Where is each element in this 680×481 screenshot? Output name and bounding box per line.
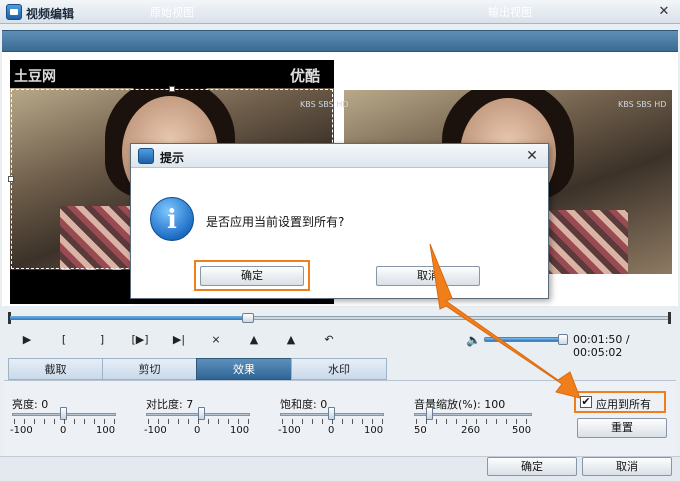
watermark-left: 土豆网	[14, 69, 56, 85]
tab-watermark[interactable]: 水印	[291, 358, 387, 380]
rotate-right-icon[interactable]: ▲	[245, 332, 263, 348]
dialog-title-bar	[131, 144, 548, 168]
broadcast-logo-left: KBS SBS HD	[300, 100, 349, 109]
timeline-thumb[interactable]	[241, 313, 254, 323]
ok-button[interactable]: 确定	[487, 457, 577, 476]
time-readout: 00:01:50 / 00:05:02	[573, 333, 680, 359]
crop-handle-top[interactable]	[169, 86, 175, 92]
undo-icon[interactable]: ↶	[320, 332, 338, 348]
volume-zoom-max: 500	[512, 425, 532, 436]
watermark-right: 优酷	[290, 67, 321, 85]
saturation-ticks	[282, 419, 383, 424]
brightness-label: 亮度: 0	[12, 398, 49, 411]
volume-zoom-min: 50	[414, 425, 427, 436]
apply-all-label[interactable]: 应用到所有	[596, 396, 651, 412]
window-title: 视频编辑	[26, 7, 75, 21]
volume-icon[interactable]: 🔈	[466, 333, 481, 347]
saturation-label: 饱和度: 0	[280, 398, 328, 411]
contrast-max: 100	[230, 425, 250, 436]
reset-button[interactable]: 重置	[577, 418, 667, 438]
time-total: 00:05:02	[573, 346, 623, 359]
contrast-min: -100	[144, 425, 167, 436]
brightness-min: -100	[10, 425, 33, 436]
rotate-left-icon[interactable]: ▲	[282, 332, 300, 348]
timeline-progress	[10, 316, 248, 320]
saturation-max: 100	[364, 425, 384, 436]
saturation-mid: 0	[328, 425, 335, 436]
mark-start-button[interactable]: [	[55, 332, 73, 348]
window-close-icon[interactable]: ✕	[655, 3, 673, 20]
title-bar	[0, 0, 680, 24]
brightness-max: 100	[96, 425, 116, 436]
dialog-message: 是否应用当前设置到所有?	[206, 215, 345, 229]
volume-zoom-mid: 260	[461, 425, 481, 436]
brightness-ticks	[14, 419, 115, 424]
time-separator: /	[622, 333, 630, 346]
crop-handle-left[interactable]	[8, 176, 14, 182]
dialog-app-icon	[138, 148, 154, 164]
contrast-mid: 0	[194, 425, 201, 436]
play-selection-button[interactable]: [▶]	[128, 332, 152, 348]
apply-all-checkbox[interactable]: ✔	[580, 396, 592, 408]
step-forward-button[interactable]: ▶|	[170, 332, 188, 348]
tab-effect[interactable]: 效果	[196, 358, 292, 380]
timeline-end-marker[interactable]	[668, 312, 671, 324]
brightness-mid: 0	[60, 425, 67, 436]
contrast-ticks	[148, 419, 249, 424]
cancel-button[interactable]: 取消	[582, 457, 672, 476]
broadcast-logo-right: KBS SBS HD	[618, 100, 667, 109]
footer-bar	[0, 456, 680, 481]
volume-thumb[interactable]	[558, 334, 568, 345]
tab-crop[interactable]: 剪切	[102, 358, 197, 380]
saturation-min: -100	[278, 425, 301, 436]
volume-zoom-ticks	[416, 419, 531, 424]
dialog-title: 提示	[160, 151, 185, 165]
dialog-close-icon[interactable]: ✕	[524, 148, 540, 164]
mark-end-button[interactable]: ]	[93, 332, 111, 348]
contrast-label: 对比度: 7	[146, 398, 194, 411]
view-header	[2, 30, 678, 52]
info-icon: i	[150, 197, 194, 241]
flip-vertical-icon[interactable]: ⨯	[207, 332, 225, 348]
volume-slider[interactable]	[484, 337, 566, 342]
time-current: 00:01:50	[573, 333, 623, 346]
play-button[interactable]: ▶	[18, 332, 36, 348]
original-view-label: 原始视图	[150, 6, 194, 19]
app-icon	[6, 4, 22, 20]
tab-trim[interactable]: 截取	[8, 358, 103, 380]
dialog-cancel-button[interactable]: 取消	[376, 266, 480, 286]
dialog-ok-button[interactable]: 确定	[200, 266, 304, 286]
output-view-label: 输出视图	[488, 6, 532, 19]
